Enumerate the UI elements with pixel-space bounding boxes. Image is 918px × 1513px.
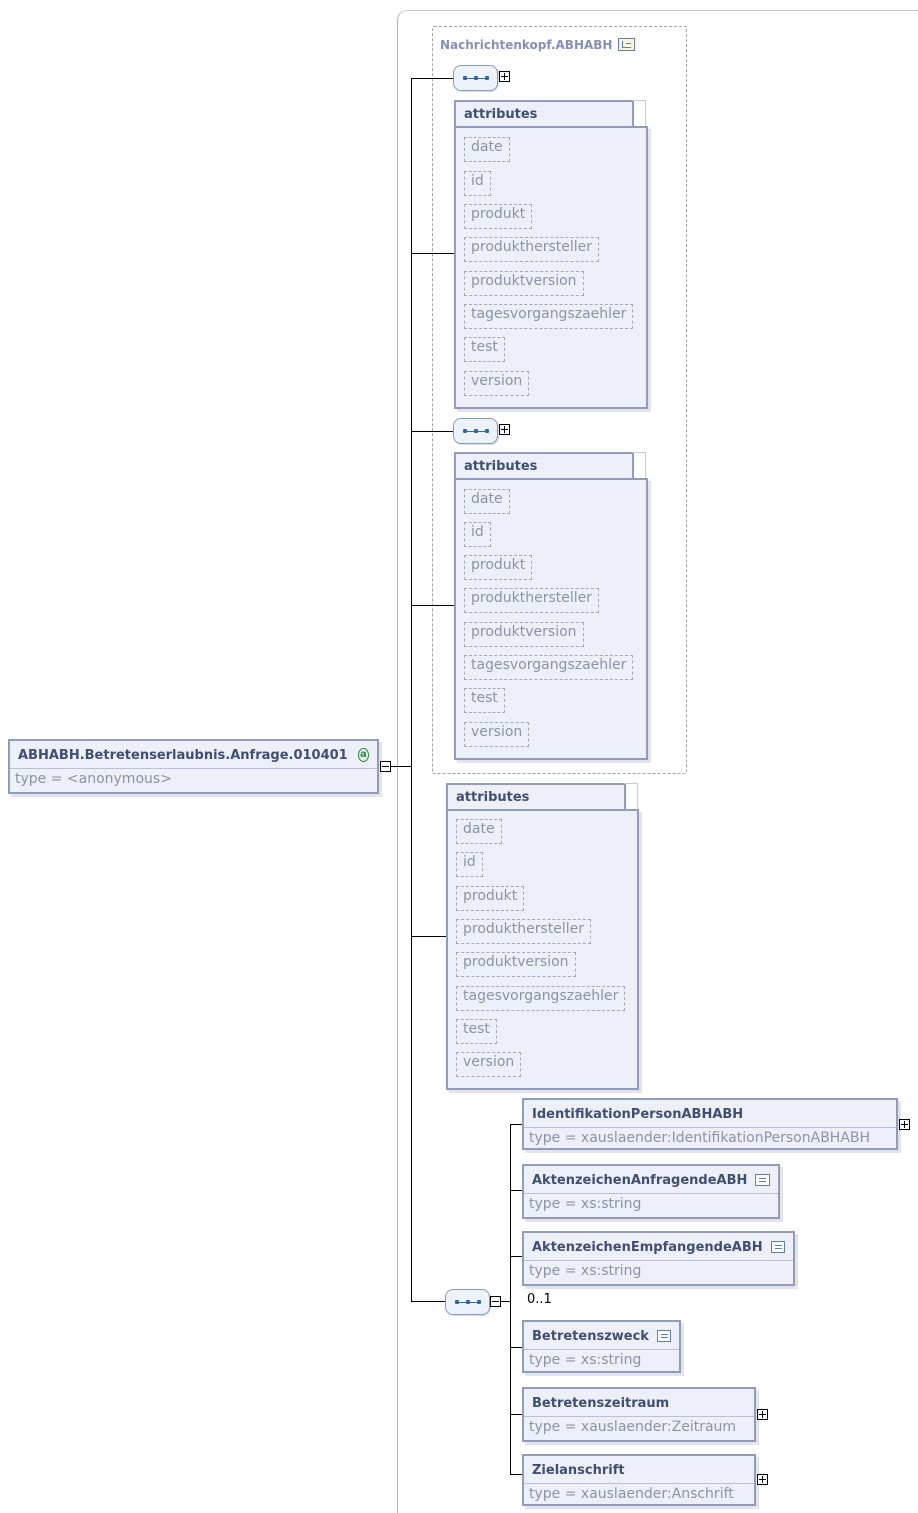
root-element-name: ABHABH.Betretenserlaubnis.Anfrage.010401 xyxy=(18,747,348,763)
child-element-name: AktenzeichenEmpfangendeABH xyxy=(524,1233,793,1257)
attributes-label: attributes xyxy=(454,452,634,480)
occurrence-label: 0..1 xyxy=(527,1292,552,1307)
attribute-group-title-text: Nachrichtenkopf.ABHABH xyxy=(440,38,613,52)
attribute-item[interactable]: date xyxy=(464,137,510,162)
attribute-item[interactable]: produkt xyxy=(464,555,533,580)
child-element-type: type = xauslaender:Zeitraum xyxy=(529,1419,737,1435)
expand-icon[interactable] xyxy=(757,1409,768,1420)
child-element-betretenszweck[interactable]: Betretenszweck type = xs:string xyxy=(522,1320,681,1373)
attribute-item[interactable]: produkthersteller xyxy=(456,919,592,944)
attributes-list: date id produkt produkthersteller produk… xyxy=(446,809,639,1090)
child-element-name-text: Betretenszeitraum xyxy=(532,1395,670,1411)
attribute-item[interactable]: produkthersteller xyxy=(464,588,600,613)
child-element-type: type = xauslaender:Anschrift xyxy=(529,1486,734,1502)
attribute-item[interactable]: version xyxy=(464,371,530,396)
attribute-item[interactable]: tagesvorgangszaehler xyxy=(456,986,626,1011)
attributes-tab-edge xyxy=(624,783,638,811)
diagram-frame-corner xyxy=(397,10,410,23)
child-element-name: Zielanschrift xyxy=(524,1456,754,1480)
child-element-identifikationperson[interactable]: IdentifikationPersonABHABH type = xausla… xyxy=(522,1098,898,1150)
attribute-item[interactable]: date xyxy=(456,819,502,844)
attribute-item[interactable]: test xyxy=(464,337,505,362)
child-element-type: type = xs:string xyxy=(529,1263,642,1279)
attribute-item[interactable]: id xyxy=(464,171,491,196)
attribute-group-title: Nachrichtenkopf.ABHABH xyxy=(440,38,636,52)
connector xyxy=(411,431,453,432)
root-collapse-icon[interactable] xyxy=(380,761,391,772)
child-element-name-text: Zielanschrift xyxy=(532,1462,625,1478)
child-element-name-text: Betretenszweck xyxy=(532,1328,649,1344)
attribute-item[interactable]: produkt xyxy=(456,886,525,911)
root-element-type: type = <anonymous> xyxy=(15,771,172,787)
attributes-label: attributes xyxy=(446,783,626,811)
expand-icon[interactable] xyxy=(757,1474,768,1485)
attribute-group-icon xyxy=(618,38,636,51)
child-element-type: type = xauslaender:IdentifikationPersonA… xyxy=(529,1130,871,1146)
attributes-tab-edge xyxy=(632,100,646,128)
child-element-name-text: AktenzeichenEmpfangendeABH xyxy=(532,1239,763,1255)
expand-icon[interactable] xyxy=(499,424,510,435)
connector xyxy=(411,78,453,79)
diagram-frame-top xyxy=(407,10,918,11)
attribute-item[interactable]: id xyxy=(456,852,483,877)
sequence-icon[interactable] xyxy=(453,65,498,91)
documentation-icon xyxy=(755,1174,770,1186)
attribute-item[interactable]: produktversion xyxy=(456,952,576,977)
attributes-label: attributes xyxy=(454,100,634,128)
attributes-list: date id produkt produkthersteller produk… xyxy=(454,478,648,760)
connector xyxy=(510,1124,511,1474)
connector xyxy=(411,605,454,606)
child-element-aktenzeichen-empfangende[interactable]: AktenzeichenEmpfangendeABH type = xs:str… xyxy=(522,1231,795,1286)
attribute-badge-icon: a xyxy=(357,748,369,762)
attribute-item[interactable]: version xyxy=(464,722,530,747)
child-element-type: type = xs:string xyxy=(529,1352,642,1368)
attribute-item[interactable]: produktversion xyxy=(464,622,584,647)
child-element-name: Betretenszeitraum xyxy=(524,1389,754,1413)
child-element-betretenszeitraum[interactable]: Betretenszeitraum type = xauslaender:Zei… xyxy=(522,1387,756,1442)
attributes-tab-edge xyxy=(632,452,646,480)
connector xyxy=(411,1301,445,1302)
sequence-icon[interactable] xyxy=(445,1289,490,1315)
expand-icon[interactable] xyxy=(899,1119,910,1130)
attribute-item[interactable]: date xyxy=(464,489,510,514)
attribute-item[interactable]: tagesvorgangszaehler xyxy=(464,655,634,680)
attribute-item[interactable]: id xyxy=(464,522,491,547)
child-element-name-text: IdentifikationPersonABHABH xyxy=(532,1106,744,1122)
collapse-icon[interactable] xyxy=(490,1296,501,1307)
root-element-name-row: ABHABH.Betretenserlaubnis.Anfrage.010401… xyxy=(10,741,377,765)
child-element-name-text: AktenzeichenAnfragendeABH xyxy=(532,1172,748,1188)
documentation-icon xyxy=(656,1330,671,1342)
expand-icon[interactable] xyxy=(499,71,510,82)
root-element[interactable]: ABHABH.Betretenserlaubnis.Anfrage.010401… xyxy=(8,739,379,794)
connector xyxy=(411,936,446,937)
attribute-item[interactable]: tagesvorgangszaehler xyxy=(464,304,634,329)
attribute-item[interactable]: produktversion xyxy=(464,271,584,296)
child-element-aktenzeichen-anfragende[interactable]: AktenzeichenAnfragendeABH type = xs:stri… xyxy=(522,1164,780,1219)
attribute-item[interactable]: produkthersteller xyxy=(464,237,600,262)
attribute-item[interactable]: test xyxy=(464,688,505,713)
child-element-name: AktenzeichenAnfragendeABH xyxy=(524,1166,778,1190)
documentation-icon xyxy=(770,1241,785,1253)
connector xyxy=(391,766,411,767)
child-element-zielanschrift[interactable]: Zielanschrift type = xauslaender:Anschri… xyxy=(522,1454,756,1506)
sequence-icon[interactable] xyxy=(453,418,498,444)
child-element-name: IdentifikationPersonABHABH xyxy=(524,1100,896,1124)
attributes-list: date id produkt produkthersteller produk… xyxy=(454,126,648,409)
child-element-name: Betretenszweck xyxy=(524,1322,679,1346)
attribute-item[interactable]: version xyxy=(456,1052,522,1077)
child-element-type: type = xs:string xyxy=(529,1196,642,1212)
connector xyxy=(411,253,454,254)
connector xyxy=(411,78,412,1301)
connector xyxy=(501,1301,510,1302)
attribute-item[interactable]: test xyxy=(456,1019,497,1044)
attribute-item[interactable]: produkt xyxy=(464,204,533,229)
